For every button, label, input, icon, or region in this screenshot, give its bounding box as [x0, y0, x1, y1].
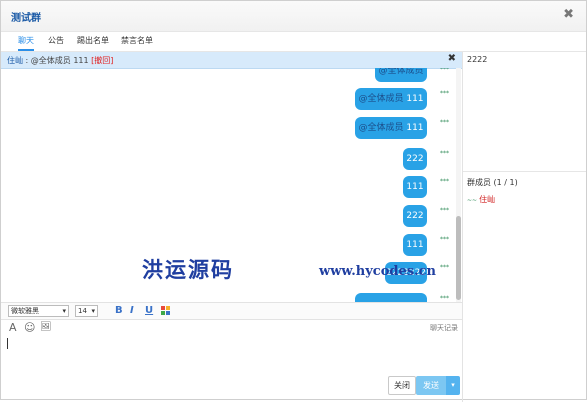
close-notice-icon[interactable]: ✖ — [448, 53, 456, 64]
sender-label: *** — [440, 178, 449, 185]
message-input[interactable] — [5, 337, 461, 381]
member-item[interactable]: ~~ 住屾 — [467, 194, 495, 205]
pinned-notice: 住屾 : @全体成员 111 [撤回] ✖ — [1, 52, 462, 69]
message-bubble[interactable]: @全体成员 111 — [355, 117, 427, 139]
chat-panel: 住屾 : @全体成员 111 [撤回] ✖ @全体成员 111 *** @全体成… — [1, 52, 463, 402]
tab-chat[interactable]: 聊天 — [18, 35, 34, 51]
members-title: 群成员 (1 / 1) — [467, 178, 518, 187]
message-bubble[interactable]: @全体成员 111 — [355, 88, 427, 110]
message-text: 111 — [406, 240, 424, 250]
send-button[interactable]: 发送 — [416, 376, 446, 395]
tab-bar: 聊天 公告 踢出名单 禁言名单 — [1, 32, 586, 52]
italic-button[interactable]: I — [130, 305, 134, 316]
sidebar: 2222 群成员 (1 / 1) ~~ 住屾 — [463, 52, 586, 398]
font-family-value: 微软雅黑 — [11, 307, 39, 315]
sender-label: *** — [440, 68, 449, 73]
message-bubble[interactable]: 111 — [403, 176, 427, 198]
watermark-left: 洪运源码 — [142, 257, 234, 282]
tab-kicked-list[interactable]: 踢出名单 — [77, 35, 109, 49]
tab-muted-list[interactable]: 禁言名单 — [121, 35, 153, 49]
sender-label: *** — [440, 207, 449, 214]
text-caret — [7, 338, 8, 349]
tab-announcement[interactable]: 公告 — [48, 35, 64, 49]
message-bubble[interactable]: 222 — [403, 205, 427, 227]
close-button[interactable]: 关闭 — [388, 376, 416, 395]
sender-label: *** — [440, 150, 449, 157]
message-bubble[interactable]: @全体成员 111 — [375, 68, 427, 98]
chat-window: 测试群 ✖ 聊天 公告 踢出名单 禁言名单 住屾 : @全体成员 111 [撤回… — [0, 0, 587, 402]
font-size-value: 14 — [78, 307, 87, 315]
watermark-right: www.hycodes.cn — [319, 264, 436, 279]
sender-label: *** — [440, 295, 449, 302]
sender-label: *** — [440, 236, 449, 243]
message-text: @全体成员 111 — [358, 94, 424, 104]
message-bubble[interactable]: 111 — [403, 234, 427, 256]
title-bar: 测试群 ✖ — [1, 1, 586, 32]
dropdown-arrow-icon: ▾ — [91, 307, 95, 315]
scrollbar-thumb[interactable] — [456, 216, 461, 300]
sender-label: *** — [440, 90, 449, 97]
send-options-button[interactable]: ▾ — [446, 376, 460, 395]
notice-body: : @全体成员 111 — [23, 56, 92, 65]
input-toolbar: A ☺ 🖼 聊天记录 — [1, 319, 462, 336]
message-text: @全体成员 111 — [358, 123, 424, 133]
image-icon[interactable]: 🖼 — [40, 322, 51, 332]
emoji-icon[interactable]: ☺ — [24, 321, 35, 334]
message-bubble[interactable] — [355, 293, 427, 302]
member-flag: ~~ — [467, 197, 478, 204]
dropdown-arrow-icon: ▾ — [62, 307, 66, 315]
font-icon[interactable]: A — [9, 321, 17, 334]
font-family-select[interactable]: 微软雅黑 ▾ — [8, 305, 69, 317]
message-list: @全体成员 111 *** @全体成员 111 *** @全体成员 111 **… — [1, 68, 462, 302]
color-picker-icon[interactable] — [161, 306, 170, 315]
message-text: 111 — [406, 182, 424, 192]
close-icon[interactable]: ✖ — [563, 7, 574, 22]
message-text: 222 — [406, 154, 424, 164]
message-bubble[interactable]: 222 — [403, 148, 427, 170]
sidebar-notice: 2222 — [467, 55, 488, 64]
revoke-link[interactable]: [撤回] — [91, 56, 113, 65]
underline-button[interactable]: U — [145, 305, 153, 316]
font-size-select[interactable]: 14 ▾ — [75, 305, 98, 317]
member-name: 住屾 — [479, 195, 496, 204]
message-text: 222 — [406, 211, 424, 221]
window-title: 测试群 — [11, 13, 41, 24]
bold-button[interactable]: B — [115, 305, 123, 316]
notice-sender: 住屾 — [7, 56, 23, 65]
sidebar-divider — [463, 171, 586, 172]
notice-text: 住屾 : @全体成员 111 [撤回] — [7, 55, 113, 66]
sender-label: *** — [440, 119, 449, 126]
sender-label: *** — [440, 264, 449, 271]
format-toolbar: 微软雅黑 ▾ 14 ▾ B I U — [1, 302, 462, 319]
chat-history-link[interactable]: 聊天记录 — [430, 323, 458, 333]
